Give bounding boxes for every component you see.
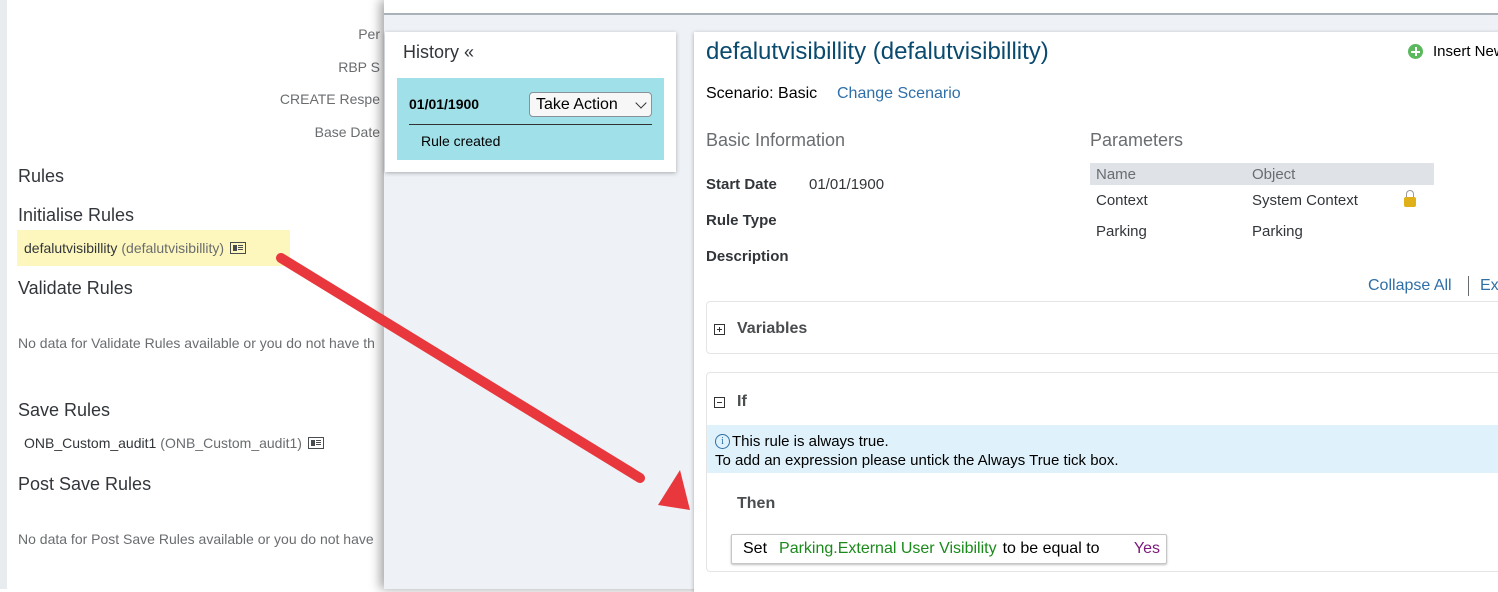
param-object: System Context: [1252, 192, 1358, 209]
section-title-validate-rules: Validate Rules: [18, 278, 133, 298]
info-line-1-text: This rule is always true.: [732, 433, 889, 450]
column-header-lock: [1398, 163, 1434, 185]
initialise-rule-item[interactable]: defalutvisibillity (defalutvisibillity): [17, 230, 290, 266]
section-title-post-save-rules: Post Save Rules: [18, 474, 152, 494]
start-date-value: 01/01/1900: [809, 176, 885, 193]
business-card-icon[interactable]: [307, 437, 324, 449]
history-entry-note: Rule created: [421, 133, 501, 149]
rule-type-label: Rule Type: [706, 212, 777, 229]
rule-id: (defalutvisibillity): [121, 240, 225, 256]
rules-background-page: Per RBP S CREATE Respe Base Date Rules I…: [0, 0, 386, 589]
always-true-info-banner: i This rule is always true. To add an ex…: [707, 425, 1498, 473]
take-action-dropdown[interactable]: Take Action: [529, 92, 652, 117]
rule-detail-card: defalutvisibillity (defalutvisibillity) …: [694, 32, 1498, 592]
param-name: Parking: [1096, 223, 1147, 240]
info-icon: i: [715, 434, 730, 449]
collapse-all-link[interactable]: Collapse All: [1368, 277, 1452, 295]
param-object: Parking: [1252, 223, 1303, 240]
rule-dialog: History « 01/01/1900 Take Action Rule cr…: [384, 0, 1498, 592]
description-label: Description: [706, 248, 789, 265]
if-panel: If i This rule is always true. To add an…: [706, 372, 1498, 572]
param-lock-cell: [1398, 216, 1434, 247]
validate-rules-nodata: No data for Validate Rules available or …: [18, 335, 375, 351]
history-title-text: History: [403, 42, 460, 62]
table-row: Parking Parking: [1090, 216, 1434, 247]
rule-name: defalutvisibillity: [24, 240, 118, 256]
history-collapse-icon[interactable]: «: [464, 42, 474, 62]
field-label-rbp: RBP S: [338, 59, 380, 75]
insert-new-label: Insert New: [1433, 43, 1498, 60]
rule-id: (ONB_Custom_audit1): [160, 435, 302, 451]
insert-new-button[interactable]: Insert New: [1408, 43, 1498, 60]
section-title-save-rules: Save Rules: [18, 400, 111, 420]
take-action-label: Take Action: [536, 95, 618, 113]
set-keyword: Set: [743, 540, 768, 557]
post-save-rules-nodata: No data for Post Save Rules available or…: [18, 531, 374, 547]
basic-information-title: Basic Information: [706, 130, 846, 150]
scenario-label: Scenario: Basic: [706, 85, 818, 102]
rule-name: ONB_Custom_audit1: [24, 435, 157, 451]
change-scenario-link[interactable]: Change Scenario: [837, 85, 961, 103]
field-label-create-respe: CREATE Respe: [279, 91, 380, 107]
left-edge: [0, 0, 7, 589]
history-title: History «: [403, 42, 474, 63]
history-card: History « 01/01/1900 Take Action Rule cr…: [385, 32, 676, 172]
lock-icon: [1404, 189, 1416, 207]
start-date-label: Start Date: [706, 176, 777, 193]
parameters-header-row: Name Object: [1090, 163, 1434, 185]
info-line-2: To add an expression please untick the A…: [715, 452, 1119, 469]
then-title: Then: [737, 495, 776, 512]
section-title-rules: Rules: [18, 166, 65, 186]
column-header-name: Name: [1090, 163, 1246, 185]
section-title-initialise-rules: Initialise Rules: [18, 205, 135, 225]
variables-title[interactable]: Variables: [737, 320, 807, 338]
parameters-table: Name Object Context System Context Parki…: [1090, 163, 1434, 247]
table-row: Context System Context: [1090, 185, 1434, 216]
history-entry[interactable]: 01/01/1900 Take Action Rule created: [397, 78, 664, 160]
add-circle-icon: [1408, 44, 1423, 59]
column-header-object: Object: [1246, 163, 1398, 185]
field-label-per: Per: [358, 26, 380, 42]
history-entry-divider: [409, 124, 652, 125]
history-entry-date: 01/01/1900: [409, 96, 480, 112]
link-separator: [1468, 276, 1469, 296]
info-line-1: i This rule is always true.: [715, 433, 889, 450]
expand-plus-icon[interactable]: [714, 324, 725, 335]
param-lock-cell: [1398, 185, 1434, 216]
param-name: Context: [1096, 192, 1148, 209]
set-expression[interactable]: Set Parking.External User Visibility to …: [731, 534, 1167, 564]
parameters-title: Parameters: [1090, 130, 1184, 150]
chevron-down-icon: [635, 96, 647, 109]
collapse-minus-icon[interactable]: [714, 397, 725, 408]
save-rule-item[interactable]: ONB_Custom_audit1 (ONB_Custom_audit1): [17, 425, 331, 461]
dialog-top-bar: [384, 0, 1498, 15]
field-label-base-date: Base Date: [314, 124, 380, 140]
variables-panel: Variables: [706, 301, 1498, 354]
if-title[interactable]: If: [737, 393, 747, 411]
rule-title: defalutvisibillity (defalutvisibillity): [706, 38, 1049, 65]
expand-all-link[interactable]: Ex: [1480, 277, 1498, 295]
set-target-field[interactable]: Parking.External User Visibility: [779, 540, 997, 558]
business-card-icon[interactable]: [230, 242, 247, 254]
set-value[interactable]: Yes: [1134, 540, 1160, 558]
set-operator: to be equal to: [1002, 540, 1100, 557]
